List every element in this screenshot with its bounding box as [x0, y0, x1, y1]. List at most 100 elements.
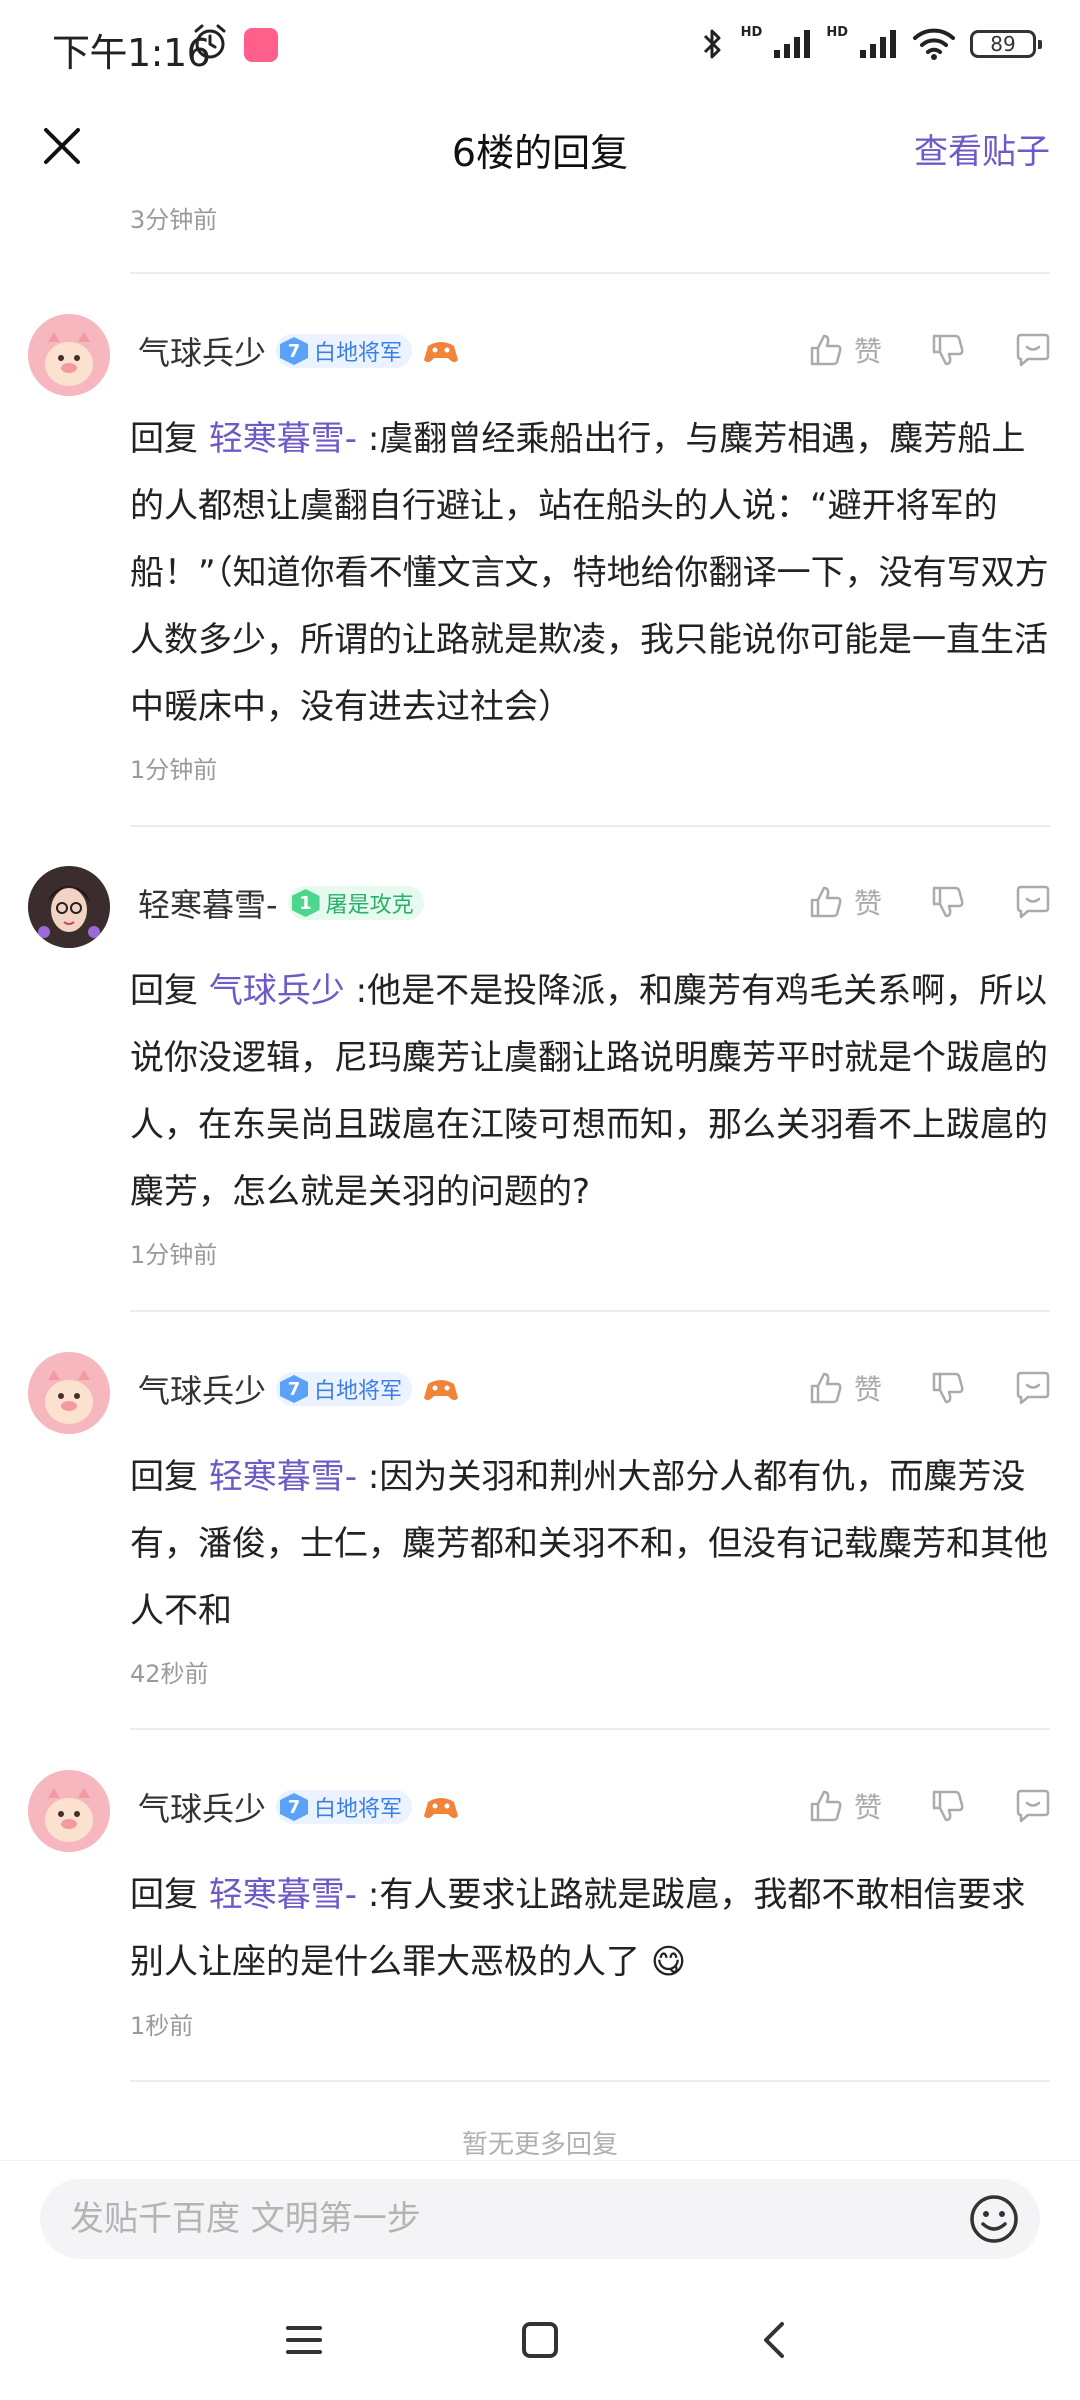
reply-actions: 赞 — [808, 330, 1052, 370]
comment-bar — [0, 2160, 1080, 2279]
divider — [130, 825, 1050, 827]
avatar[interactable] — [28, 866, 110, 948]
previous-reply-time: 3分钟前 — [130, 206, 218, 234]
battery-indicator: 89 — [970, 30, 1042, 58]
username[interactable]: 气球兵少 — [138, 1366, 266, 1412]
system-navigation-bar — [0, 2278, 1080, 2400]
level-title: 白地将军 — [314, 341, 403, 366]
status-bar: 下午1:16 HD HD 89 — [0, 0, 1080, 92]
gamepad-icon — [424, 1798, 459, 1819]
reply-prefix: 回复 — [130, 419, 209, 459]
level-number: 1 — [291, 889, 320, 917]
username[interactable]: 轻寒暮雪- — [138, 880, 278, 926]
username-row: 气球兵少 7 白地将军 — [138, 328, 460, 374]
thumbs-up-icon — [810, 1372, 842, 1404]
thumbs-up-icon — [810, 886, 842, 918]
username[interactable]: 气球兵少 — [138, 328, 266, 374]
like-label: 赞 — [853, 1373, 882, 1406]
level-number: 7 — [280, 1793, 309, 1821]
comment-icon[interactable] — [1014, 1788, 1052, 1824]
hd-indicator: HD — [740, 24, 763, 40]
username-row: 气球兵少 7 白地将军 — [138, 1366, 460, 1412]
reply-prefix: 回复 — [130, 1875, 209, 1915]
pig-avatar-image — [28, 1770, 110, 1852]
mention-link[interactable]: 轻寒暮雪- — [209, 419, 357, 459]
wifi-icon — [913, 28, 955, 60]
level-badge: 7 白地将军 — [276, 1790, 413, 1824]
reply-time: 1分钟前 — [130, 756, 218, 784]
reply-content: 回复 气球兵少 :他是不是投降派，和麋芳有鸡毛关系啊，所以说你没逻辑，尼玛麋芳让… — [130, 958, 1050, 1226]
username[interactable]: 气球兵少 — [138, 1784, 266, 1830]
like-button[interactable]: 赞 — [808, 1368, 882, 1408]
back-icon[interactable] — [752, 2316, 800, 2364]
level-number: 7 — [280, 1375, 309, 1403]
mention-link[interactable]: 轻寒暮雪- — [209, 1457, 357, 1497]
reply-time: 1分钟前 — [130, 1241, 218, 1269]
emoji-icon[interactable] — [968, 2193, 1020, 2245]
hd-indicator: HD — [826, 24, 848, 40]
pig-avatar-image — [28, 1352, 110, 1434]
username-row: 轻寒暮雪- 1 屠是攻克 — [138, 880, 424, 926]
no-more-replies: 暂无更多回复 — [461, 2130, 618, 2160]
comment-icon[interactable] — [1014, 1370, 1052, 1406]
reply-actions: 赞 — [808, 882, 1052, 922]
thumbs-up-icon — [810, 334, 842, 366]
reply-content: 回复 轻寒暮雪- :虞翻曾经乘船出行，与麋芳相遇，麋芳船上的人都想让虞翻自行避让… — [130, 406, 1050, 741]
thumbs-down-icon[interactable] — [930, 884, 966, 920]
thumbs-down-icon[interactable] — [930, 1788, 966, 1824]
reply-time: 1秒前 — [130, 2012, 194, 2040]
avatar[interactable] — [28, 1770, 110, 1852]
comment-input[interactable] — [40, 2179, 1040, 2259]
username-row: 气球兵少 7 白地将军 — [138, 1784, 460, 1830]
reply-prefix: 回复 — [130, 1457, 209, 1497]
signal-icon — [860, 30, 896, 58]
comment-icon[interactable] — [1014, 332, 1052, 368]
divider — [130, 2080, 1050, 2082]
level-badge: 7 白地将军 — [276, 334, 413, 368]
girl-avatar-image — [28, 866, 110, 948]
level-badge: 7 白地将军 — [276, 1372, 413, 1406]
reply-content: 回复 轻寒暮雪- :有人要求让路就是跋扈，我都不敢相信要求别人让座的是什么罪大恶… — [130, 1862, 1050, 1996]
reply-actions: 赞 — [808, 1368, 1052, 1408]
reply-actions: 赞 — [808, 1786, 1052, 1826]
alarm-icon — [194, 24, 226, 59]
reply-text: :虞翻曾经乘船出行，与麋芳相遇，麋芳船上的人都想让虞翻自行避让，站在船头的人说：… — [130, 419, 1049, 727]
thumbs-up-icon — [810, 1790, 842, 1822]
bluetooth-icon — [703, 29, 721, 59]
pig-avatar-image — [28, 314, 110, 396]
like-label: 赞 — [853, 1791, 882, 1824]
mention-link[interactable]: 气球兵少 — [209, 971, 345, 1011]
reply-time: 42秒前 — [130, 1660, 209, 1688]
home-icon[interactable] — [516, 2316, 564, 2364]
level-badge: 1 屠是攻克 — [287, 886, 424, 920]
like-button[interactable]: 赞 — [808, 1786, 882, 1826]
like-button[interactable]: 赞 — [808, 882, 882, 922]
reply-content: 回复 轻寒暮雪- :因为关羽和荆州大部分人都有仇，而麋芳没有，潘俊，士仁，麋芳都… — [130, 1444, 1050, 1645]
level-title: 白地将军 — [314, 1797, 403, 1822]
status-icons: HD HD 89 — [699, 22, 1042, 66]
divider — [130, 272, 1050, 274]
gamepad-icon — [424, 342, 459, 363]
status-time: 下午1:16 — [52, 31, 211, 75]
like-label: 赞 — [853, 887, 882, 920]
comment-icon[interactable] — [1014, 884, 1052, 920]
like-label: 赞 — [853, 335, 882, 368]
divider — [130, 1310, 1050, 1312]
gamepad-icon — [424, 1380, 459, 1401]
thumbs-down-icon[interactable] — [930, 332, 966, 368]
level-title: 白地将军 — [314, 1379, 403, 1404]
menu-icon[interactable] — [280, 2316, 328, 2364]
signal-icon — [774, 30, 811, 58]
avatar[interactable] — [28, 1352, 110, 1434]
app-notification-icon — [244, 28, 278, 62]
mention-link[interactable]: 轻寒暮雪- — [209, 1875, 357, 1915]
header: 6楼的回复 查看贴子 — [0, 92, 1080, 202]
level-title: 屠是攻克 — [325, 893, 414, 918]
view-post-button[interactable]: 查看贴子 — [914, 124, 1050, 173]
level-number: 7 — [280, 337, 309, 365]
like-button[interactable]: 赞 — [808, 330, 882, 370]
reply-prefix: 回复 — [130, 971, 209, 1011]
thumbs-down-icon[interactable] — [930, 1370, 966, 1406]
divider — [130, 1728, 1050, 1730]
avatar[interactable] — [28, 314, 110, 396]
